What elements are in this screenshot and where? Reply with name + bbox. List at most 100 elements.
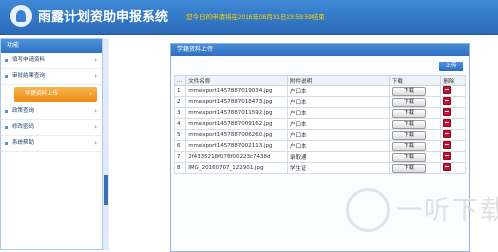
file-description: 录取通 [287,151,390,163]
delete-cell [440,151,466,163]
delete-icon[interactable] [443,86,452,94]
row-index: 5 [173,129,187,141]
file-name: IMG_20160707_122901.jpg [185,162,289,174]
sidebar: 功能 填写申请资料 › 审批结果查询 › 学籍资料上传 › 政策查询 › 修改密… [0,38,103,250]
delete-cell [440,140,466,152]
chevron-right-icon: › [94,72,97,80]
app-title: 雨露计划资助申报系统 [38,9,169,24]
delete-icon[interactable] [443,141,452,149]
delete-cell [440,118,466,130]
file-description: 户口本 [287,118,390,130]
file-description: 户口本 [287,96,390,108]
column-header-filename: 文件名称 [185,75,289,86]
column-header-description: 附件说明 [287,75,390,86]
collapse-handle[interactable] [104,175,108,205]
download-button[interactable]: 下载 [391,119,426,129]
table-row: 5 mmexport1457887006260.jpg 户口本 下载 [173,129,466,141]
download-cell: 下载 [388,85,442,97]
download-cell: 下载 [388,151,442,163]
table-row: 8 IMG_20160707_122901.jpg 学生证 下载 [173,162,466,174]
table-header-row: ... 文件名称 附件说明 下载 删除 [173,75,466,86]
watermark: 一听下载 [340,180,498,250]
download-button[interactable]: 下载 [391,86,426,96]
delete-cell [440,162,466,174]
bullet-icon [5,142,8,145]
file-name: mmexport1457887019034.jpg [185,85,289,97]
row-index: 6 [173,140,187,152]
sidebar-item-policy-query[interactable]: 政策查询 › [1,104,102,120]
delete-icon[interactable] [443,119,452,127]
sidebar-item-fill-application[interactable]: 填写申请资料 › [1,53,102,69]
delete-cell [440,107,466,119]
panel-title: 学籍资料上传 [171,44,469,56]
sidebar-item-change-password[interactable]: 修改密码 › [1,120,102,136]
delete-cell [440,129,466,141]
file-description: 户口本 [287,129,390,141]
file-name: mmexport1457887006260.jpg [185,129,289,141]
table-row: 4 mmexport1457887009162.jpg 户口本 下载 [173,118,466,130]
sidebar-item-label: 审批结果查询 [12,73,46,79]
download-button[interactable]: 下载 [391,108,426,118]
download-cell: 下载 [388,162,442,174]
bullet-icon [5,110,8,113]
download-cell: 下载 [388,96,442,108]
sidebar-item-label: 填写申请资料 [12,57,46,63]
download-button[interactable]: 下载 [391,130,426,140]
bullet-icon [5,59,8,62]
file-name: mmexport1457887018473.jpg [185,96,289,108]
table-row: 7 2f4335218f078f00223c7438d 录取通 下载 [173,151,466,163]
delete-icon[interactable] [443,130,452,138]
sidebar-item-upload-records[interactable]: 学籍资料上传 › [14,87,97,102]
chevron-right-icon: › [94,139,97,147]
download-button[interactable]: 下载 [391,141,426,151]
bullet-icon [5,75,8,78]
sidebar-item-label: 修改密码 [12,124,35,130]
delete-cell [440,85,466,97]
download-cell: 下载 [388,107,442,119]
column-header-index: ... [173,75,187,86]
chevron-right-icon: › [94,107,97,115]
file-description: 户口本 [287,140,390,152]
file-description: 户口本 [287,85,390,97]
file-name: mmexport1457887009162.jpg [185,118,289,130]
file-name: mmexport1457887002113.jpg [185,140,289,152]
watermark-logo-icon [346,188,390,232]
file-name: mmexport1457887011592.jpg [185,107,289,119]
sidebar-item-approval-results[interactable]: 审批结果查询 › [1,69,102,85]
table-row: 2 mmexport1457887018473.jpg 户口本 下载 [173,96,466,108]
column-header-download: 下载 [388,75,442,86]
chevron-right-icon: › [89,90,92,98]
sidebar-item-label: 学籍资料上传 [25,91,59,97]
watermark-text: 一听下载 [396,196,498,226]
delete-cell [440,96,466,108]
sidebar-item-help[interactable]: 系统帮助 › [1,136,102,152]
table-row: 1 mmexport1457887019034.jpg 户口本 下载 [173,85,466,97]
app-header: 雨露计划资助申报系统 您今日的申请将在2016年08月31日23:59:59结束 [0,0,498,35]
sidebar-title: 功能 [1,39,102,53]
chevron-right-icon: › [94,123,97,131]
row-index: 8 [173,162,187,174]
table-row: 3 mmexport1457887011592.jpg 户口本 下载 [173,107,466,119]
file-description: 学生证 [287,162,390,174]
delete-icon[interactable] [443,152,452,160]
download-cell: 下载 [388,118,442,130]
download-button[interactable]: 下载 [391,163,426,173]
download-cell: 下载 [388,140,442,152]
download-cell: 下载 [388,129,442,141]
sidebar-item-label: 政策查询 [12,108,35,114]
column-header-delete: 删除 [440,75,466,86]
table-row: 6 mmexport1457887002113.jpg 户口本 下载 [173,140,466,152]
row-index: 4 [173,118,187,130]
file-name: 2f4335218f078f00223c7438d [185,151,289,163]
delete-icon[interactable] [443,163,452,171]
delete-icon[interactable] [443,97,452,105]
row-index: 3 [173,107,187,119]
download-button[interactable]: 下载 [391,97,426,107]
bullet-icon [5,126,8,129]
upload-button[interactable]: 上传 [439,62,463,71]
file-description: 户口本 [287,107,390,119]
delete-icon[interactable] [443,108,452,116]
sidebar-splitter[interactable] [103,38,109,250]
download-button[interactable]: 下载 [391,152,426,162]
file-table: ... 文件名称 附件说明 下载 删除 1 mmexport1457887019… [173,75,466,174]
